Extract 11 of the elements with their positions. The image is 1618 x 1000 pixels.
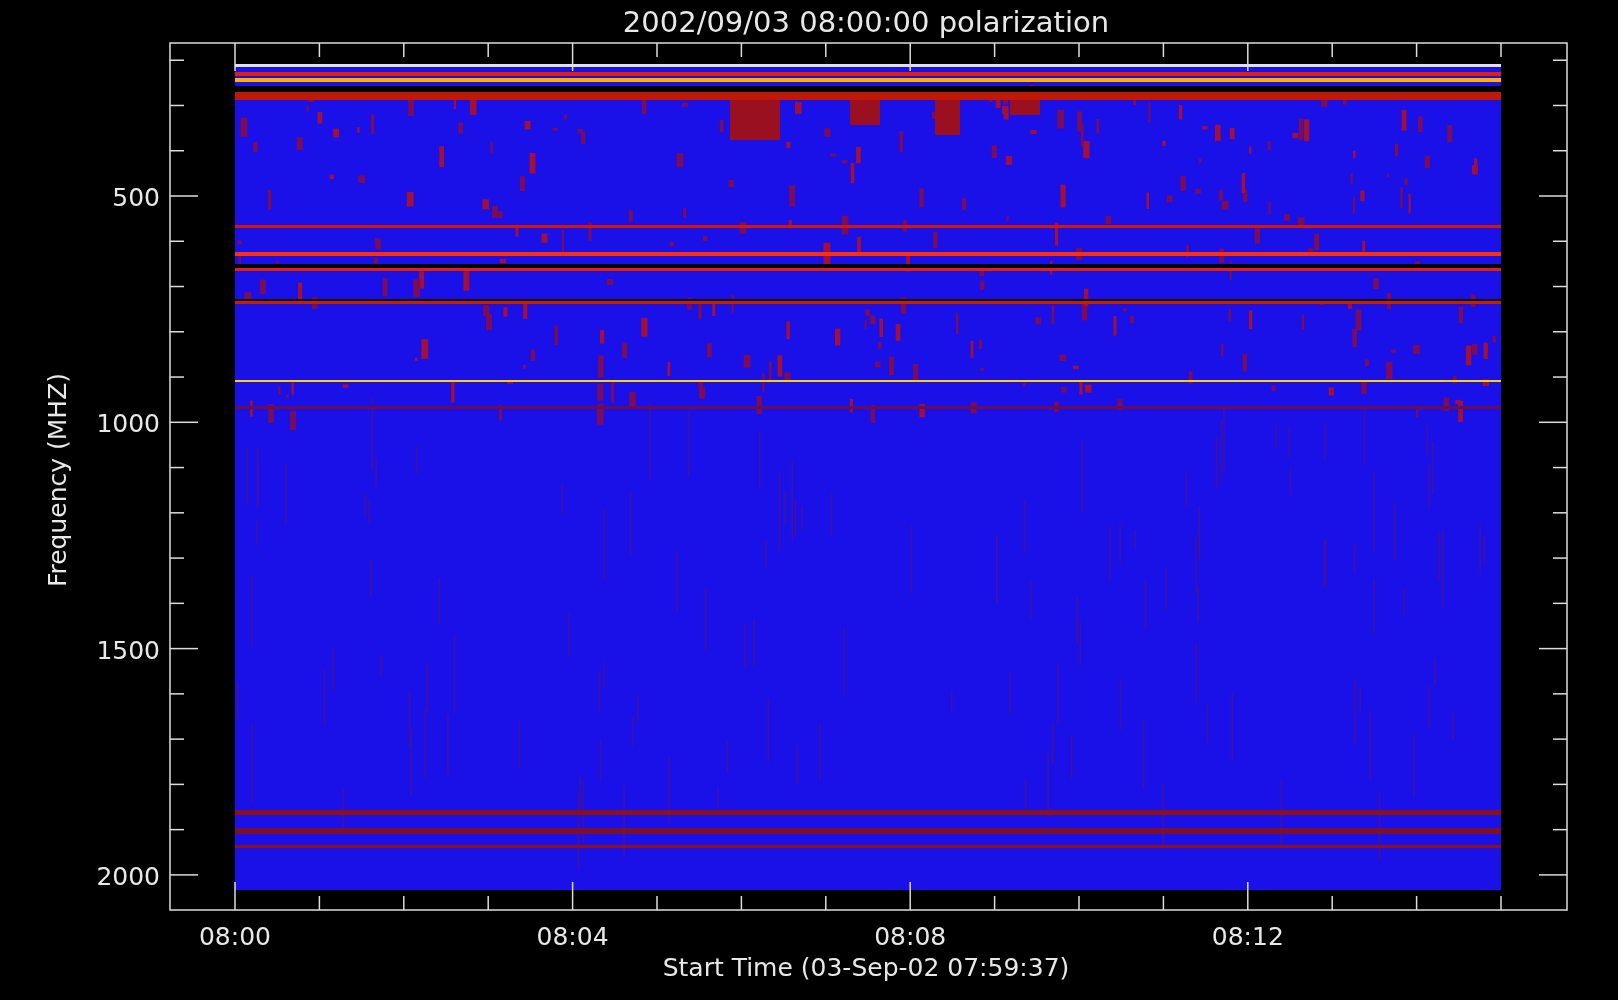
x-tick-label: 08:08 [874, 922, 947, 951]
x-tick-label: 08:12 [1211, 922, 1284, 951]
y-tick-label: 1000 [96, 409, 160, 439]
x-tick-label: 08:04 [536, 922, 609, 951]
chart-title: 2002/09/03 08:00:00 polarization [622, 5, 1110, 39]
x-tick-label: 08:00 [199, 922, 271, 951]
y-tick-label: 500 [112, 183, 160, 212]
y-axis-title: Frequency (MHZ) [43, 372, 72, 588]
y-tick-label: 1500 [96, 635, 160, 665]
y-tick-label: 2000 [96, 861, 160, 891]
x-axis-title: Start Time (03-Sep-02 07:59:37) [662, 953, 1070, 982]
